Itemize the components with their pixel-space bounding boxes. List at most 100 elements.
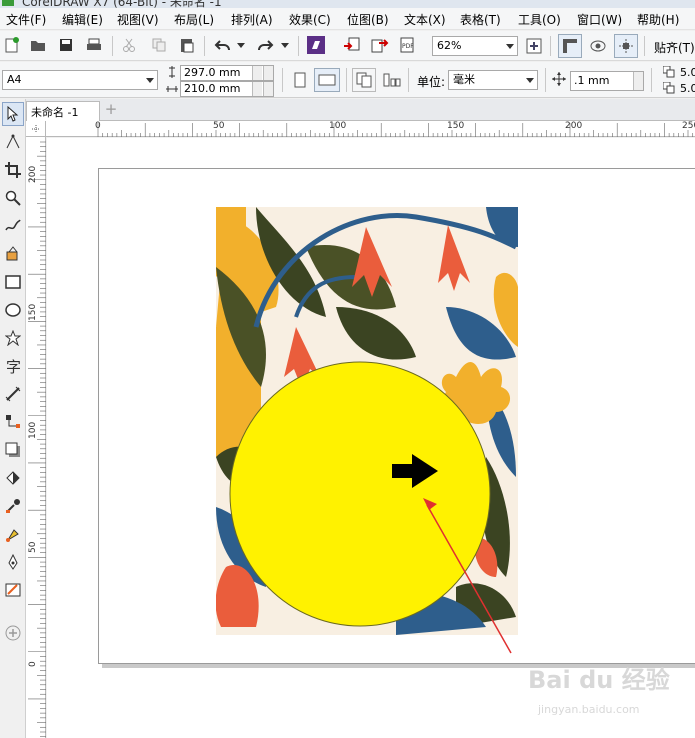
smart-fill-pen-icon[interactable] <box>2 550 24 574</box>
zoom-level-select[interactable]: 62% <box>432 36 518 56</box>
show-guidelines-icon[interactable] <box>614 34 638 58</box>
spin-down-icon[interactable] <box>263 66 273 80</box>
text-tool-icon[interactable]: 字 <box>2 354 24 378</box>
shape-tool-icon[interactable] <box>2 130 24 154</box>
toolbox: 字 <box>0 99 26 738</box>
menu-effects[interactable]: 效果(C) <box>289 11 331 28</box>
height-icon <box>166 82 178 96</box>
duplicate-x-value[interactable]: 5.0 <box>680 66 695 79</box>
watermark-logo: Bai du 经验 <box>528 666 670 694</box>
units-select[interactable]: 毫米 <box>448 70 538 90</box>
freehand-tool-icon[interactable] <box>2 214 24 238</box>
connector-tool-icon[interactable] <box>2 410 24 434</box>
outline-pen-tool-icon[interactable] <box>2 578 24 602</box>
page-size-value: A4 <box>7 73 22 86</box>
h-ruler-label: 250 <box>682 121 695 131</box>
v-ruler-label: 50 <box>28 541 38 553</box>
spin-icon[interactable] <box>633 72 643 90</box>
undo-dropdown-icon[interactable] <box>236 41 246 49</box>
horizontal-ruler[interactable]: 0 50 100 150 200 250 <box>46 121 695 137</box>
chevron-down-icon <box>146 78 154 83</box>
toolbar-separator <box>112 36 113 56</box>
page-height-value: 210.0 mm <box>184 82 241 95</box>
smart-fill-tool-icon[interactable] <box>2 242 24 266</box>
menu-tools[interactable]: 工具(O) <box>518 11 561 28</box>
horizontal-ruler-ticks <box>97 123 694 137</box>
all-pages-icon[interactable] <box>352 68 376 92</box>
svg-text:PDF: PDF <box>402 43 414 50</box>
menu-file[interactable]: 文件(F) <box>6 11 46 28</box>
crop-tool-icon[interactable] <box>2 158 24 182</box>
drop-shadow-tool-icon[interactable] <box>2 438 24 462</box>
pick-tool-icon[interactable] <box>2 102 24 126</box>
spin-up-icon[interactable] <box>252 82 262 96</box>
duplicate-x-icon <box>662 65 676 79</box>
zoom-tool-icon[interactable] <box>2 186 24 210</box>
menu-help[interactable]: 帮助(H) <box>637 11 679 28</box>
copy-icon[interactable] <box>150 36 168 54</box>
menu-window[interactable]: 窗口(W) <box>577 11 622 28</box>
transparency-tool-icon[interactable] <box>2 466 24 490</box>
annotation-arrow-icon <box>423 498 512 654</box>
save-icon[interactable] <box>57 36 75 54</box>
color-eyedropper-tool-icon[interactable] <box>2 494 24 518</box>
landscape-icon[interactable] <box>314 68 340 92</box>
menu-text[interactable]: 文本(X) <box>404 11 446 28</box>
ellipse-tool-icon[interactable] <box>2 298 24 322</box>
page-width-value: 297.0 mm <box>184 66 241 79</box>
show-rulers-icon[interactable] <box>558 34 582 58</box>
show-grid-icon[interactable] <box>588 36 608 56</box>
page-height-input[interactable]: 210.0 mm <box>180 81 274 97</box>
menu-bitmaps[interactable]: 位图(B) <box>347 11 389 28</box>
menu-arrange[interactable]: 排列(A) <box>231 11 273 28</box>
menu-layout[interactable]: 布局(L) <box>174 11 214 28</box>
window-title: CorelDRAW X7 (64-Bit) - 未命名 -1 <box>22 0 222 8</box>
add-tab-icon[interactable]: + <box>104 102 118 117</box>
drawing-canvas[interactable] <box>47 138 695 738</box>
menu-bar: 文件(F) 编辑(E) 视图(V) 布局(L) 排列(A) 效果(C) 位图(B… <box>0 8 695 30</box>
portrait-icon[interactable] <box>290 70 310 90</box>
page-size-select[interactable]: A4 <box>2 70 158 90</box>
redo-icon[interactable] <box>254 36 276 54</box>
interactive-fill-tool-icon[interactable] <box>2 522 24 546</box>
page-width-input[interactable]: 297.0 mm <box>180 65 274 81</box>
toolbar-separator <box>545 68 546 92</box>
toolbar-separator <box>204 36 205 56</box>
open-icon[interactable] <box>29 36 47 54</box>
undo-icon[interactable] <box>212 36 234 54</box>
h-ruler-label: 50 <box>213 121 225 131</box>
document-tab[interactable]: 未命名 -1 <box>26 101 100 121</box>
dimension-tool-icon[interactable] <box>2 382 24 406</box>
search-content-icon[interactable] <box>306 35 326 55</box>
chevron-down-icon <box>526 78 534 83</box>
spin-down-icon[interactable] <box>263 82 273 96</box>
menu-table[interactable]: 表格(T) <box>460 11 501 28</box>
watermark-url: jingyan.baidu.com <box>538 703 640 716</box>
duplicate-y-value[interactable]: 5.0 <box>680 82 695 95</box>
vertical-ruler[interactable]: 200 150 100 50 0 <box>26 137 46 738</box>
publish-pdf-icon[interactable]: PDF <box>398 36 418 54</box>
export-icon[interactable] <box>370 36 390 54</box>
snap-to-button[interactable]: 贴齐(T) <box>654 39 695 56</box>
standard-toolbar: PDF 62% 贴齐(T) <box>0 31 695 61</box>
polygon-tool-icon[interactable] <box>2 326 24 350</box>
rectangle-tool-icon[interactable] <box>2 270 24 294</box>
units-label: 单位: <box>417 75 446 89</box>
print-icon[interactable] <box>85 36 103 54</box>
full-screen-preview-icon[interactable] <box>524 36 544 56</box>
import-icon[interactable] <box>342 36 362 54</box>
cut-icon[interactable] <box>120 36 138 54</box>
redo-dropdown-icon[interactable] <box>280 41 290 49</box>
ruler-origin[interactable] <box>26 121 46 137</box>
nudge-distance-input[interactable]: .1 mm <box>570 71 644 91</box>
h-ruler-label: 0 <box>95 121 101 131</box>
toolbar-separator <box>651 68 652 92</box>
toolbar-separator <box>644 36 645 56</box>
spin-up-icon[interactable] <box>252 66 262 80</box>
new-document-icon[interactable] <box>3 36 21 54</box>
paste-icon[interactable] <box>178 36 196 54</box>
menu-edit[interactable]: 编辑(E) <box>62 11 103 28</box>
menu-view[interactable]: 视图(V) <box>117 11 159 28</box>
current-page-icon[interactable] <box>382 70 402 90</box>
add-tool-icon[interactable] <box>2 621 24 645</box>
